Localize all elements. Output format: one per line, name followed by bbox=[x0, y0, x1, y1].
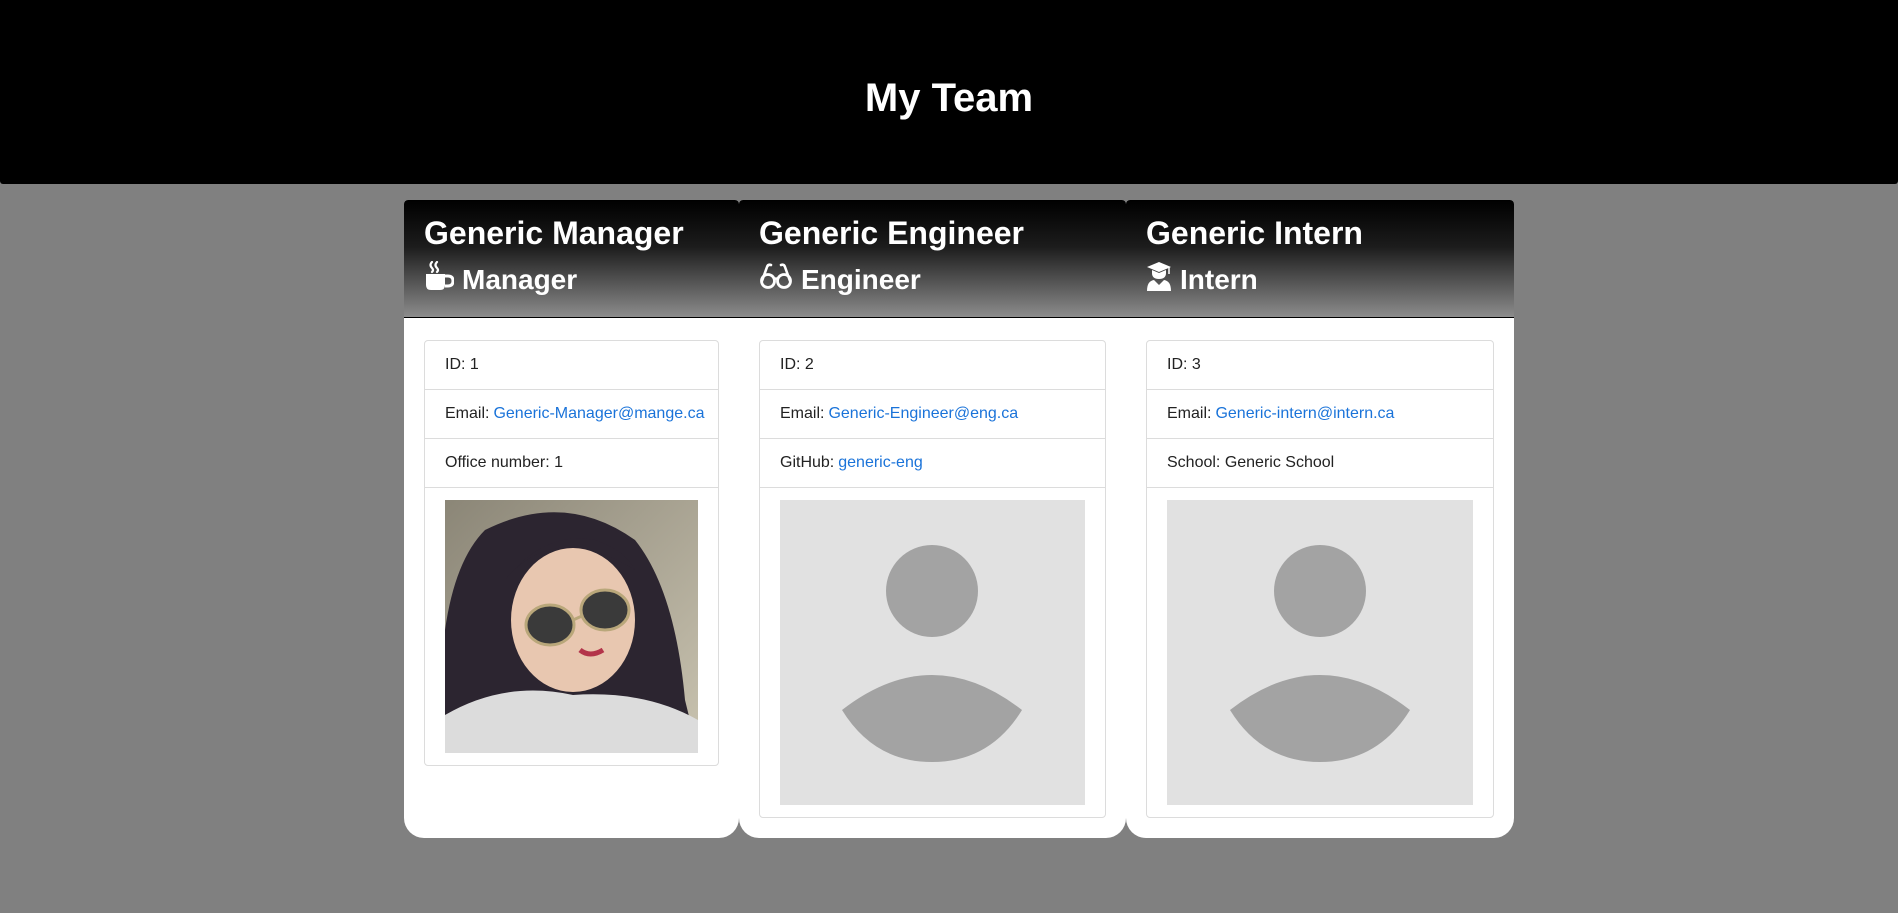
card-header: Generic Intern Intern bbox=[1126, 200, 1514, 318]
role-label: Intern bbox=[1180, 263, 1258, 295]
engineer-card: Generic Engineer Engineer ID: 2 Email: Ge… bbox=[739, 200, 1126, 838]
email-link[interactable]: Generic-Manager@mange.ca bbox=[493, 405, 704, 423]
email-row: Email: Generic-Engineer@eng.ca bbox=[760, 390, 1105, 439]
manager-card: Generic Manager Manager ID: 1 Email: Gene… bbox=[404, 200, 739, 838]
id-text: ID: 2 bbox=[780, 356, 814, 373]
page-header: My Team bbox=[0, 0, 1898, 184]
glasses-icon bbox=[759, 261, 793, 298]
email-link[interactable]: Generic-intern@intern.ca bbox=[1215, 405, 1394, 423]
id-row: ID: 1 bbox=[425, 341, 718, 390]
photo-container bbox=[425, 488, 718, 765]
employee-name: Generic Manager bbox=[424, 215, 684, 251]
info-list: ID: 1 Email: Generic-Manager@mange.ca Off… bbox=[424, 340, 719, 766]
employee-name: Generic Intern bbox=[1146, 215, 1363, 251]
email-row: Email: Generic-intern@intern.ca bbox=[1147, 390, 1493, 439]
info-list: ID: 3 Email: Generic-intern@intern.ca Sch… bbox=[1146, 340, 1494, 818]
photo-container bbox=[760, 488, 1105, 817]
email-row: Email: Generic-Manager@mange.ca bbox=[425, 390, 718, 439]
office-row: Office number: 1 bbox=[425, 439, 718, 488]
card-header: Generic Manager Manager bbox=[404, 200, 739, 318]
school-text: School: Generic School bbox=[1167, 454, 1335, 471]
email-link[interactable]: Generic-Engineer@eng.ca bbox=[828, 405, 1018, 423]
email-label: Email: bbox=[445, 405, 490, 422]
role-label: Manager bbox=[462, 263, 578, 295]
avatar-placeholder bbox=[1167, 500, 1473, 805]
page-title: My Team bbox=[864, 75, 1034, 120]
email-label: Email: bbox=[780, 405, 825, 422]
id-row: ID: 2 bbox=[760, 341, 1105, 390]
profile-photo bbox=[445, 500, 698, 753]
photo-container bbox=[1147, 488, 1493, 817]
role-label: Engineer bbox=[801, 263, 921, 295]
mug-hot-icon bbox=[424, 260, 455, 298]
info-list: ID: 2 Email: Generic-Engineer@eng.ca GitH… bbox=[759, 340, 1106, 818]
github-label: GitHub: bbox=[780, 454, 835, 471]
school-row: School: Generic School bbox=[1147, 439, 1493, 488]
card-header: Generic Engineer Engineer bbox=[739, 200, 1126, 318]
office-text: Office number: 1 bbox=[445, 454, 563, 471]
avatar-placeholder bbox=[780, 500, 1085, 805]
id-text: ID: 1 bbox=[445, 356, 479, 373]
user-graduate-icon bbox=[1146, 261, 1172, 298]
intern-card: Generic Intern Intern ID: 3 Email: Generi… bbox=[1126, 200, 1514, 838]
email-label: Email: bbox=[1167, 405, 1212, 422]
id-text: ID: 3 bbox=[1167, 356, 1201, 373]
github-link[interactable]: generic-eng bbox=[838, 454, 923, 472]
employee-name: Generic Engineer bbox=[759, 215, 1024, 251]
employee-role: Manager bbox=[424, 260, 739, 298]
employee-role: Engineer bbox=[759, 261, 1126, 298]
id-row: ID: 3 bbox=[1147, 341, 1493, 390]
employee-role: Intern bbox=[1146, 261, 1514, 298]
github-row: GitHub: generic-eng bbox=[760, 439, 1105, 488]
